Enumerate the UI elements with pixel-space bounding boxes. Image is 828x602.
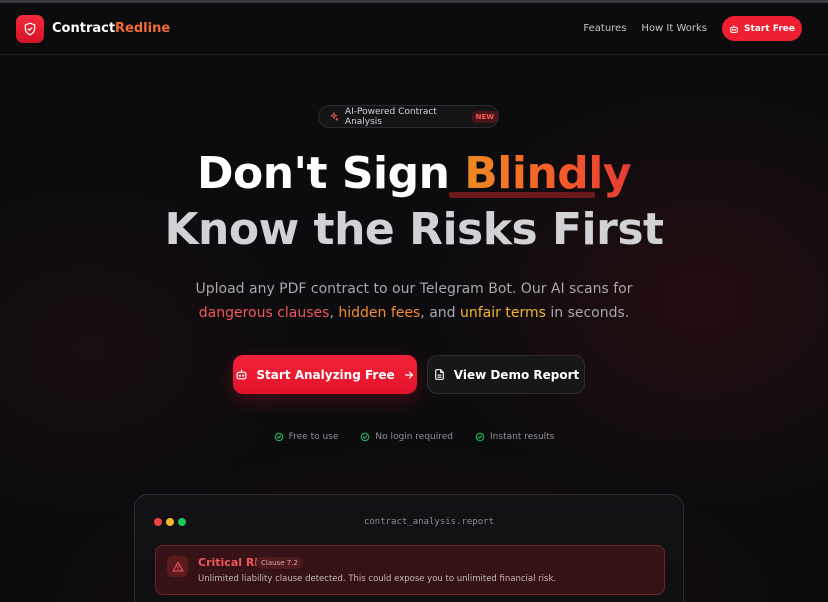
feature-label: No login required [375,432,454,442]
badge-text: AI-Powered Contract Analysis [344,106,437,127]
warning-triangle-icon [171,561,184,572]
check-circle-icon [274,432,283,442]
report-filename: contract_analysis.report [363,517,495,527]
start-free-label: Start Free [744,23,795,34]
view-demo-label: View Demo Report [453,367,580,382]
brand-part-contract: Contract [52,21,116,36]
logo-badge[interactable] [16,14,44,43]
hero-subtitle-line2: dangerous clauses, hidden fees, and unfa… [0,305,828,321]
top-navbar: ContractRedline Features How It Works St… [0,3,828,55]
report-preview-card: contract_analysis.report Critical Risk C… [134,494,684,602]
start-analyzing-label: Start Analyzing Free [256,367,395,382]
document-icon [434,369,444,380]
check-circle-icon [475,432,485,442]
keyword-dangerous-clauses: dangerous clauses [198,305,330,321]
hero-title-accent: Blindly [464,148,632,199]
hero-subtitle-line1: Upload any PDF contract to our Telegram … [195,281,633,297]
start-analyzing-button[interactable]: Start Analyzing Free [233,355,417,394]
brand-part-redline: Redline [115,21,171,36]
ai-badge: AI-Powered Contract Analysis NEW [318,105,499,128]
nav-links: Features How It Works Start Free [583,16,812,41]
arrow-right-icon [404,370,413,379]
hero-title-plain: Don't Sign [196,148,465,199]
critical-risk-alert: Critical Risk Clause 7.2 Unlimited liabi… [155,545,665,595]
feature-label: Instant results [490,432,555,442]
alert-description: Unlimited liability clause detected. Thi… [198,574,557,584]
shield-icon [24,22,36,35]
subtitle-tail: in seconds. [545,305,630,321]
separator-2: , and [420,305,460,321]
feature-list: Free to use No login required Instant re… [0,432,828,442]
nav-link-how-it-works[interactable]: How It Works [641,23,707,34]
keyword-unfair-terms: unfair terms [460,305,546,321]
bot-icon [236,369,247,380]
new-tag: NEW [471,110,498,123]
check-circle-icon [361,432,370,442]
keyword-hidden-fees: hidden fees [338,305,421,321]
sparkles-icon [330,112,339,121]
hero-title-line2: Know the Risks First [164,204,664,255]
hero-title-line1: Don't Sign Blindly [0,148,828,199]
feature-item: No login required [360,432,453,442]
alert-icon-box [167,556,188,577]
start-free-button[interactable]: Start Free [722,16,802,41]
clause-tag: Clause 7.2 [256,557,303,569]
feature-label: Free to use [288,432,339,442]
view-demo-report-button[interactable]: View Demo Report [427,355,585,394]
nav-link-features[interactable]: Features [583,23,626,34]
bot-icon [730,24,738,33]
feature-item: Instant results [475,432,554,442]
feature-item: Free to use [274,432,339,442]
brand-name[interactable]: ContractRedline [52,21,170,36]
